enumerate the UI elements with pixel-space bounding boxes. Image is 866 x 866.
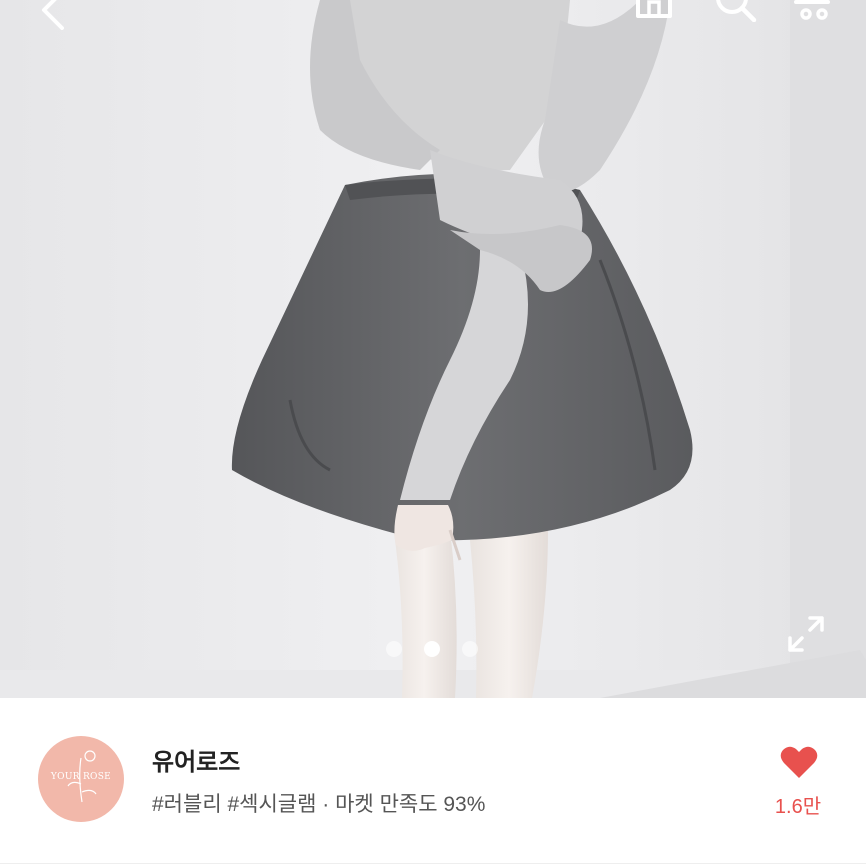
avatar-logo-text: YOUR ROSE [50, 772, 112, 782]
product-image-gallery[interactable] [0, 0, 866, 698]
shop-tags-satisfaction: #러블리 #섹시글램 · 마켓 만족도 93% [152, 793, 486, 816]
pagination-dot[interactable] [386, 641, 402, 657]
seller-avatar[interactable]: YOUR ROSE [38, 736, 124, 822]
seller-info[interactable]: YOUR ROSE 유어로즈 #러블리 #섹시글램 · 마켓 만족도 93% 1… [0, 698, 866, 866]
back-icon[interactable] [30, 0, 70, 30]
heart-icon[interactable] [780, 744, 818, 780]
like-count: 1.6만 [774, 796, 822, 818]
divider [0, 863, 866, 864]
pagination-dot[interactable] [462, 641, 478, 657]
expand-icon[interactable] [786, 614, 826, 654]
gallery-pagination [386, 641, 478, 657]
home-icon[interactable] [632, 0, 676, 22]
product-photo [0, 0, 866, 698]
pagination-dot-active[interactable] [424, 641, 440, 657]
cart-icon[interactable] [792, 0, 836, 22]
shop-name[interactable]: 유어로즈 [152, 742, 240, 777]
search-icon[interactable] [714, 0, 762, 22]
